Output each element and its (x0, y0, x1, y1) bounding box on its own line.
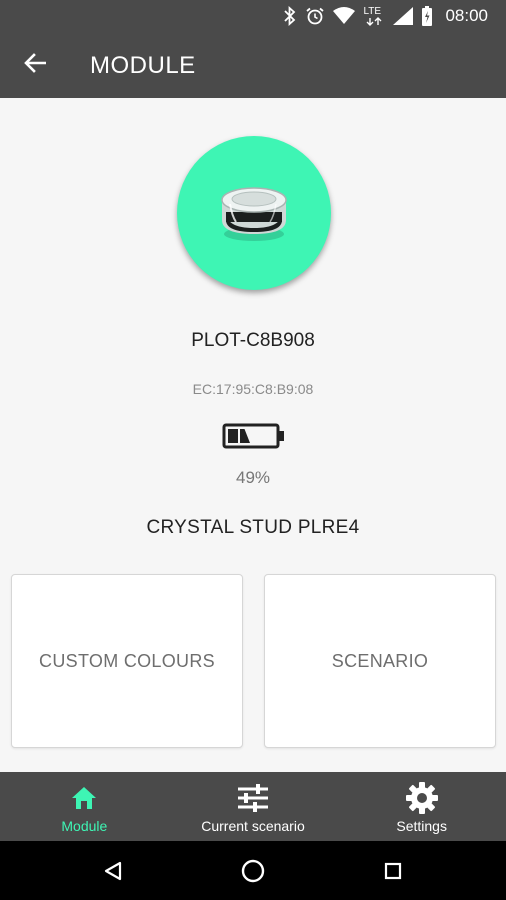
battery-status-icon (421, 6, 433, 26)
device-mac-address: EC:17:95:C8:B9:08 (192, 381, 314, 397)
recents-square-icon[interactable] (380, 858, 406, 884)
nav-label-current-scenario: Current scenario (201, 818, 305, 834)
status-bar: LTE 08:00 (0, 0, 506, 32)
battery-cell (240, 429, 250, 443)
scenario-label: SCENARIO (331, 650, 429, 671)
back-triangle-icon[interactable] (100, 858, 126, 884)
device-name: PLOT-C8B908 (191, 330, 315, 351)
product-name: CRYSTAL STUD PLRE4 (146, 517, 360, 538)
home-circle-icon[interactable] (240, 858, 266, 884)
bluetooth-icon (283, 6, 297, 26)
back-button[interactable] (14, 45, 56, 85)
home-icon (70, 782, 98, 814)
device-avatar (177, 136, 331, 290)
system-navigation-bar (0, 841, 506, 900)
wifi-icon (333, 7, 356, 25)
lte-icon: LTE (363, 6, 385, 26)
battery-percentage: 49% (235, 468, 271, 487)
custom-colours-label: CUSTOM COLOURS (39, 650, 215, 671)
bottom-navigation: Module Current scenario Settings (0, 772, 506, 841)
scenario-card[interactable]: SCENARIO (264, 574, 496, 748)
custom-colours-card[interactable]: CUSTOM COLOURS (11, 574, 243, 748)
nav-item-settings[interactable]: Settings (337, 772, 506, 841)
signal-icon (393, 7, 414, 25)
battery-cell (228, 429, 238, 443)
sliders-icon (236, 782, 270, 814)
alarm-icon (305, 6, 325, 26)
status-icons: LTE 08:00 (283, 5, 488, 27)
app-bar: MODULE (0, 32, 506, 98)
arrow-left-icon (24, 52, 47, 78)
nav-label-settings: Settings (396, 818, 447, 834)
nav-item-current-scenario[interactable]: Current scenario (169, 772, 338, 841)
nav-item-module[interactable]: Module (0, 772, 169, 841)
status-time: 08:00 (445, 6, 488, 25)
crystal-stud-image (214, 178, 294, 249)
nav-label-module: Module (61, 818, 108, 834)
battery-level-icon (222, 421, 286, 451)
page-title: MODULE (90, 52, 196, 79)
gear-icon (405, 782, 438, 814)
module-content: PLOT-C8B908 EC:17:95:C8:B9:08 49% CRYSTA… (0, 98, 506, 772)
